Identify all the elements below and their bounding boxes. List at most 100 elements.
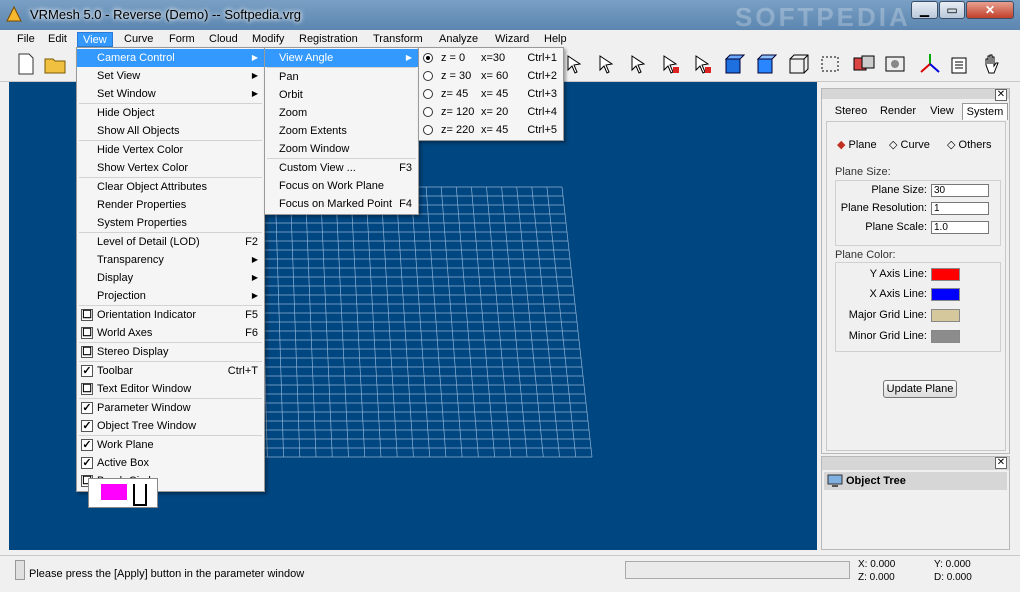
camera-menu-item-focus-on-marked-point[interactable]: Focus on Marked Point F4 [265, 195, 418, 213]
view-menu-item-system-properties[interactable]: System Properties [77, 214, 264, 232]
menu-registration[interactable]: Registration [294, 32, 363, 47]
view-menu-item-orientation-indicator[interactable]: ☐ Orientation Indicator F5 [77, 306, 264, 324]
tree-close-icon[interactable]: ✕ [995, 457, 1007, 469]
maximize-button[interactable]: ▭ [939, 1, 965, 19]
view-menu-item-projection[interactable]: Projection ▶ [77, 287, 264, 305]
menu-transform[interactable]: Transform [368, 32, 428, 47]
view-menu-item-hide-vertex-color[interactable]: Hide Vertex Color [77, 141, 264, 159]
select-region-icon[interactable] [688, 50, 716, 78]
wire-cube-icon[interactable] [784, 50, 812, 78]
checkbox-checked-icon[interactable]: ✓ [81, 439, 93, 451]
view-menu-item-transparency[interactable]: Transparency ▶ [77, 251, 264, 269]
solid-cube-icon[interactable] [720, 50, 748, 78]
view-menu-item-hide-object[interactable]: Hide Object [77, 104, 264, 122]
camera-menu-item-focus-on-work-plane[interactable]: Focus on Work Plane [265, 177, 418, 195]
tab-view[interactable]: View [924, 103, 960, 120]
view-angle-item[interactable]: z= 120 x= 20 Ctrl+4 [419, 103, 563, 121]
minor-grid-color-swatch[interactable] [931, 330, 960, 343]
new-file-icon[interactable] [12, 50, 40, 78]
hand-tool-icon[interactable] [978, 50, 1006, 78]
menu-file[interactable]: File [12, 32, 40, 47]
checkbox-unchecked-icon[interactable]: ☐ [81, 383, 93, 395]
radio-unselected-icon [423, 107, 433, 117]
camera-menu-item-zoom-window[interactable]: Zoom Window [265, 140, 418, 158]
tab-system[interactable]: System [962, 103, 1008, 120]
x-axis-color-swatch[interactable] [931, 288, 960, 301]
view-menu-item-set-window[interactable]: Set Window ▶ [77, 85, 264, 103]
y-axis-color-swatch[interactable] [931, 268, 960, 281]
camera-menu-item-view-angle[interactable]: View Angle ▶ [265, 49, 418, 67]
radio-curve[interactable]: ◇ Curve [889, 138, 930, 151]
camera-menu-item-custom-view[interactable]: Custom View ... F3 [265, 159, 418, 177]
radio-plane[interactable]: ◆ Plane [837, 138, 877, 151]
view-menu-item-text-editor-window[interactable]: ☐ Text Editor Window [77, 380, 264, 398]
plane-size-input[interactable]: 30 [931, 184, 989, 197]
view-menu-item-toolbar[interactable]: ✓ Toolbar Ctrl+T [77, 362, 264, 380]
select-remove-icon[interactable] [656, 50, 684, 78]
view-menu-item-work-plane[interactable]: ✓ Work Plane [77, 436, 264, 454]
properties-icon[interactable] [946, 50, 974, 78]
point-cloud-icon[interactable] [816, 50, 844, 78]
update-plane-button[interactable]: Update Plane [883, 380, 957, 398]
major-grid-color-swatch[interactable] [931, 309, 960, 322]
view-menu-item-display[interactable]: Display ▶ [77, 269, 264, 287]
tab-render[interactable]: Render [876, 103, 920, 120]
panel-close-icon[interactable]: ✕ [995, 89, 1007, 101]
view-angle-item[interactable]: z = 0 x=30 Ctrl+1 [419, 49, 563, 67]
axes-icon[interactable] [916, 50, 944, 78]
view-angle-item[interactable]: z= 45 x= 45 Ctrl+3 [419, 85, 563, 103]
menu-analyze[interactable]: Analyze [434, 32, 483, 47]
view-menu-item-stereo-display[interactable]: ☐ Stereo Display [77, 343, 264, 361]
checkbox-checked-icon[interactable]: ✓ [81, 365, 93, 377]
plane-resolution-input[interactable]: 1 [931, 202, 989, 215]
camera-menu-item-orbit[interactable]: Orbit [265, 86, 418, 104]
plane-scale-input[interactable]: 1.0 [931, 221, 989, 234]
select-edge-icon[interactable] [624, 50, 652, 78]
view-menu-item-parameter-window[interactable]: ✓ Parameter Window [77, 399, 264, 417]
radio-others[interactable]: ◇ Others [947, 138, 992, 151]
menu-edit[interactable]: Edit [43, 32, 72, 47]
open-folder-icon[interactable] [42, 50, 70, 78]
checkbox-unchecked-icon[interactable]: ☐ [81, 327, 93, 339]
camera-menu-item-zoom-extents[interactable]: Zoom Extents [265, 122, 418, 140]
camera-menu-item-zoom[interactable]: Zoom [265, 104, 418, 122]
view-menu-item-set-view[interactable]: Set View ▶ [77, 67, 264, 85]
object-box-icon[interactable] [850, 50, 878, 78]
checkbox-unchecked-icon[interactable]: ☐ [81, 309, 93, 321]
view-menu-item-world-axes[interactable]: ☐ World Axes F6 [77, 324, 264, 342]
view-menu-item-render-properties[interactable]: Render Properties [77, 196, 264, 214]
camera-menu-item-pan[interactable]: Pan [265, 68, 418, 86]
view-menu-item-show-all-objects[interactable]: Show All Objects [77, 122, 264, 140]
view-menu-item-camera-control[interactable]: Camera Control ▶ [77, 49, 264, 67]
view-angle-item[interactable]: z = 30 x= 60 Ctrl+2 [419, 67, 563, 85]
view-angle-item[interactable]: z= 220 x= 45 Ctrl+5 [419, 121, 563, 139]
menu-modify[interactable]: Modify [247, 32, 289, 47]
tab-stereo[interactable]: Stereo [830, 103, 872, 120]
view-menu-item-show-vertex-color[interactable]: Show Vertex Color [77, 159, 264, 177]
view-menu-item-active-box[interactable]: ✓ Active Box [77, 454, 264, 472]
shortcut-label: Ctrl+1 [527, 52, 557, 64]
checkbox-checked-icon[interactable]: ✓ [81, 420, 93, 432]
angle-x-label: x=30 [481, 52, 506, 64]
menu-view[interactable]: View [77, 32, 113, 47]
menu-cloud[interactable]: Cloud [204, 32, 243, 47]
checkbox-unchecked-icon[interactable]: ☐ [81, 346, 93, 358]
object-tree-title[interactable]: Object Tree [824, 472, 1007, 490]
close-button[interactable]: ✕ [966, 1, 1014, 19]
angle-z-label: z= 220 [441, 124, 475, 136]
view-menu-item-clear-object-attributes[interactable]: Clear Object Attributes [77, 178, 264, 196]
checkbox-checked-icon[interactable]: ✓ [81, 402, 93, 414]
menu-wizard[interactable]: Wizard [490, 32, 534, 47]
view-menu-item-object-tree-window[interactable]: ✓ Object Tree Window [77, 417, 264, 435]
select-pointer-icon[interactable] [560, 50, 588, 78]
minimize-button[interactable]: ▁ [911, 1, 938, 19]
menu-curve[interactable]: Curve [119, 32, 158, 47]
checkbox-checked-icon[interactable]: ✓ [81, 457, 93, 469]
camera-box-icon[interactable] [882, 50, 910, 78]
view-menu-item-level-of-detail-lod[interactable]: Level of Detail (LOD) F2 [77, 233, 264, 251]
select-add-icon[interactable] [592, 50, 620, 78]
menu-help[interactable]: Help [539, 32, 572, 47]
shortcut-label: Ctrl+T [227, 365, 258, 377]
shaded-cube-icon[interactable] [752, 50, 780, 78]
menu-form[interactable]: Form [164, 32, 200, 47]
